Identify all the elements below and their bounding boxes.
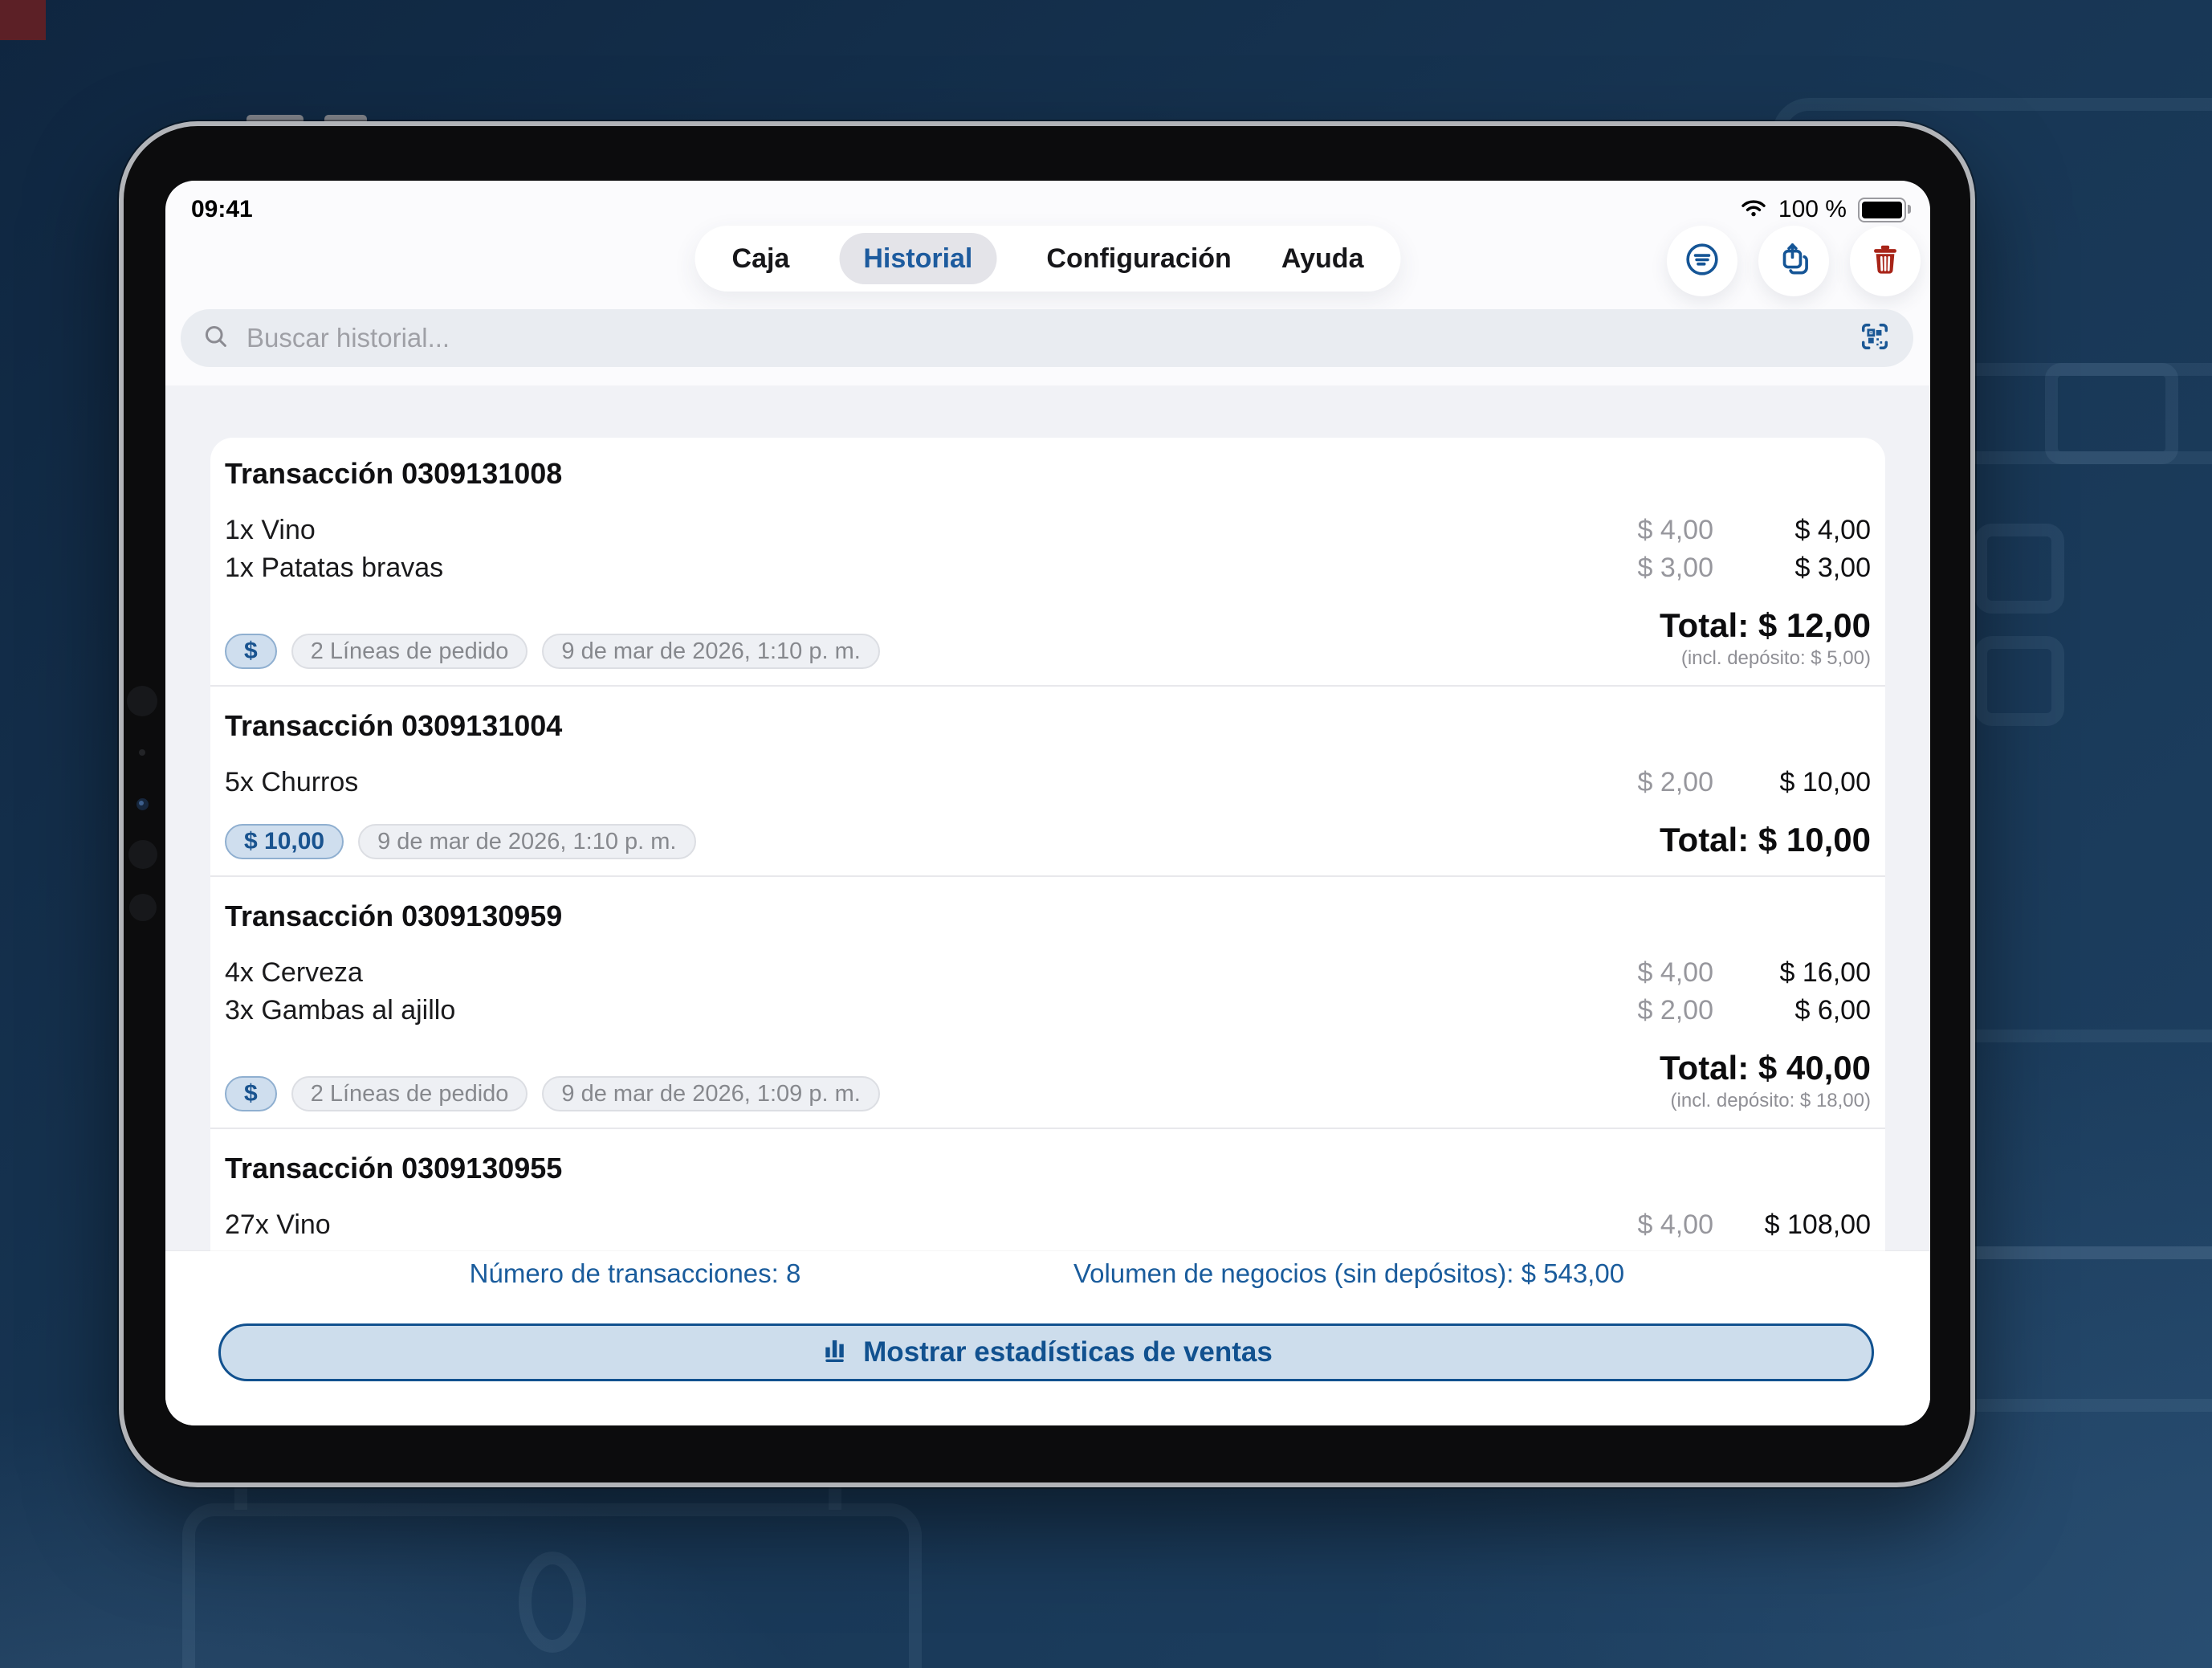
- show-sales-stats-button[interactable]: Mostrar estadísticas de ventas: [218, 1323, 1874, 1381]
- date-badge: 9 de mar de 2026, 1:10 p. m.: [542, 634, 880, 669]
- order-line-item: 3x Gambas al ajillo: [225, 995, 456, 1026]
- deposit-note: (incl. depósito: $ 18,00): [1670, 1090, 1871, 1111]
- order-line-total: $ 16,00: [1779, 957, 1871, 988]
- transaction-row[interactable]: Transacción 0309131008 1x Vino $ 4,00 $ …: [210, 457, 1885, 687]
- order-line: 4x Cerveza $ 4,00 $ 16,00: [225, 954, 1871, 992]
- front-sensor-dot: [129, 894, 157, 921]
- summary-footer: Número de transacciones: 8 Volumen de ne…: [165, 1251, 1930, 1425]
- order-line-total: $ 108,00: [1764, 1209, 1871, 1240]
- wifi-icon: [1740, 198, 1767, 222]
- history-scroll-area[interactable]: Transacción 0309131008 1x Vino $ 4,00 $ …: [165, 385, 1930, 1251]
- trash-icon: [1868, 242, 1903, 281]
- battery-percent-label: 100 %: [1778, 196, 1847, 222]
- filter-circle-icon: [1684, 241, 1721, 282]
- tab-ayuda[interactable]: Ayuda: [1281, 243, 1364, 275]
- transaction-title: Transacción 0309130955: [225, 1152, 563, 1185]
- delete-button[interactable]: [1850, 226, 1921, 296]
- order-line-unit-price: $ 4,00: [1637, 957, 1713, 988]
- ipad-device-frame: 09:41 100 % Caja Historial Configuración…: [119, 121, 1975, 1487]
- front-sensor-dot: [127, 686, 157, 716]
- transaction-row[interactable]: Transacción 0309130955 27x Vino $ 4,00 $…: [225, 1152, 1871, 1244]
- filter-button[interactable]: [1667, 226, 1737, 296]
- tab-configuracion[interactable]: Configuración: [1046, 243, 1231, 275]
- row-divider: [210, 1128, 1885, 1129]
- order-line-unit-price: $ 2,00: [1637, 767, 1713, 797]
- order-line-item: 1x Vino: [225, 515, 316, 545]
- order-line-total: $ 10,00: [1779, 767, 1871, 797]
- order-line: 1x Patatas bravas $ 3,00 $ 3,00: [225, 549, 1871, 587]
- turnover-label: Volumen de negocios (sin depósitos): $ 5…: [1073, 1258, 1625, 1288]
- order-line-unit-price: $ 2,00: [1637, 995, 1713, 1026]
- order-line-item: 5x Churros: [225, 767, 359, 797]
- transaction-row[interactable]: Transacción 0309131004 5x Churros $ 2,00…: [210, 709, 1885, 877]
- transaction-total: Total: $ 10,00: [1660, 821, 1871, 858]
- top-navigation: Caja Historial Configuración Ayuda: [165, 226, 1930, 296]
- show-sales-stats-label: Mostrar estadísticas de ventas: [863, 1336, 1273, 1368]
- order-line-unit-price: $ 4,00: [1637, 515, 1713, 545]
- order-line-total: $ 3,00: [1794, 553, 1871, 583]
- transaction-total: Total: $ 12,00: [1660, 606, 1871, 644]
- row-divider: [210, 685, 1885, 687]
- battery-icon: [1858, 197, 1911, 222]
- deposit-note: (incl. depósito: $ 5,00): [1680, 647, 1871, 669]
- order-line-unit-price: $ 4,00: [1637, 1209, 1713, 1240]
- row-divider: [210, 875, 1885, 877]
- status-bar: 09:41 100 %: [165, 181, 1930, 227]
- nav-segmented-control: Caja Historial Configuración Ayuda: [695, 226, 1401, 292]
- tab-historial[interactable]: Historial: [839, 233, 997, 284]
- date-badge: 9 de mar de 2026, 1:09 p. m.: [542, 1076, 880, 1111]
- front-camera-lens: [136, 798, 149, 810]
- order-line: 3x Gambas al ajillo $ 2,00 $ 6,00: [225, 992, 1871, 1030]
- transaction-title: Transacción 0309131004: [225, 709, 563, 742]
- status-time: 09:41: [191, 196, 253, 222]
- corner-accent-square: [0, 0, 46, 40]
- transactions-count-label: Número de transacciones: 8: [469, 1258, 801, 1288]
- order-line-unit-price: $ 3,00: [1637, 553, 1713, 583]
- order-line-total: $ 6,00: [1794, 995, 1871, 1026]
- order-line: 27x Vino $ 4,00 $ 108,00: [225, 1206, 1871, 1244]
- order-line-total: $ 4,00: [1794, 515, 1871, 545]
- order-lines-badge: 2 Líneas de pedido: [291, 634, 528, 669]
- transaction-row[interactable]: Transacción 0309130959 4x Cerveza $ 4,00…: [210, 899, 1885, 1129]
- share-icon: [1775, 241, 1812, 282]
- payment-currency-badge: $: [225, 1076, 277, 1111]
- order-line-item: 27x Vino: [225, 1209, 331, 1240]
- transaction-title: Transacción 0309131008: [225, 457, 563, 490]
- order-line: 5x Churros $ 2,00 $ 10,00: [225, 764, 1871, 801]
- order-line-item: 1x Patatas bravas: [225, 553, 444, 583]
- order-line-item: 4x Cerveza: [225, 957, 363, 988]
- export-button[interactable]: [1758, 226, 1829, 296]
- bar-chart-icon: [820, 1334, 850, 1372]
- transaction-total: Total: $ 40,00: [1660, 1049, 1871, 1087]
- tab-caja[interactable]: Caja: [732, 243, 790, 275]
- search-bar: [181, 309, 1913, 367]
- order-line: 1x Vino $ 4,00 $ 4,00: [225, 512, 1871, 549]
- front-sensor-dot: [139, 749, 145, 756]
- transaction-title: Transacción 0309130959: [225, 899, 563, 932]
- search-input[interactable]: [245, 322, 1843, 354]
- payment-amount-badge: $ 10,00: [225, 824, 344, 859]
- payment-currency-badge: $: [225, 634, 277, 669]
- app-screen: 09:41 100 % Caja Historial Configuración…: [165, 181, 1930, 1425]
- transactions-card: Transacción 0309131008 1x Vino $ 4,00 $ …: [210, 438, 1885, 1251]
- qr-scan-button[interactable]: [1857, 319, 1892, 358]
- date-badge: 9 de mar de 2026, 1:10 p. m.: [358, 824, 696, 859]
- front-sensor-dot: [128, 840, 157, 869]
- order-lines-badge: 2 Líneas de pedido: [291, 1076, 528, 1111]
- qr-scan-icon: [1857, 319, 1892, 358]
- search-icon: [202, 322, 230, 355]
